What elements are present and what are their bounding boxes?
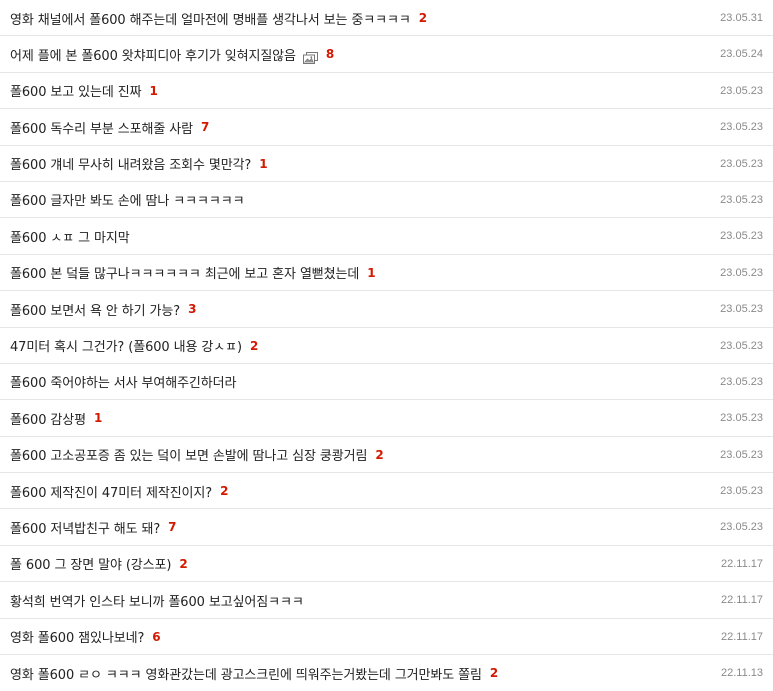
post-row[interactable]: 폴600 걔네 무사히 내려왔음 조회수 몇만각? 1 23.05.23 — [0, 146, 773, 182]
post-title-wrap[interactable]: 폴600 고소공포증 좀 있는 덬이 보면 손발에 땀나고 심장 쿵쾅거림 2 — [10, 437, 683, 473]
post-title[interactable]: 폴600 제작진이 47미터 제작진이지? — [10, 482, 212, 501]
post-title-wrap[interactable]: 폴600 제작진이 47미터 제작진이지? 2 — [10, 473, 683, 509]
post-date: 23.05.23 — [720, 230, 763, 243]
comment-count[interactable]: 2 — [490, 666, 498, 680]
post-title[interactable]: 폴600 감상평 — [10, 409, 86, 428]
comment-count[interactable]: 3 — [188, 302, 196, 316]
post-row[interactable]: 폴600 고소공포증 좀 있는 덬이 보면 손발에 땀나고 심장 쿵쾅거림 2 … — [0, 437, 773, 474]
post-row[interactable]: 영화 채널에서 폴600 해주는데 얼마전에 명배플 생각나서 보는 중ㅋㅋㅋㅋ… — [0, 0, 773, 37]
post-title[interactable]: 폴600 독수리 부분 스포해줄 사람 — [10, 118, 193, 137]
post-title-wrap[interactable]: 47미터 혹시 그건가? (폴600 내용 강ㅅㅍ) 2 — [10, 328, 683, 364]
post-title-wrap[interactable]: 영화 폴600 ㄹㅇ ㅋㅋㅋ 영화관갔는데 광고스크린에 띄워주는거봤는데 그거… — [10, 655, 683, 691]
post-title-wrap[interactable]: 폴600 독수리 부분 스포해줄 사람 7 — [10, 109, 683, 145]
comment-count[interactable]: 2 — [250, 339, 258, 353]
post-title[interactable]: 영화 폴600 잼있나보네? — [10, 627, 144, 646]
post-title[interactable]: 영화 폴600 ㄹㅇ ㅋㅋㅋ 영화관갔는데 광고스크린에 띄워주는거봤는데 그거… — [10, 664, 482, 683]
post-row[interactable]: 폴600 죽어야하는 서사 부여해주긴하더라 23.05.23 — [0, 364, 773, 401]
post-row[interactable]: 47미터 혹시 그건가? (폴600 내용 강ㅅㅍ) 2 23.05.23 — [0, 328, 773, 364]
post-title[interactable]: 황석희 번역가 인스타 보니까 폴600 보고싶어짐ㅋㅋㅋ — [10, 591, 304, 610]
post-title-wrap[interactable]: 폴600 감상평 1 — [10, 400, 683, 436]
post-title[interactable]: 영화 채널에서 폴600 해주는데 얼마전에 명배플 생각나서 보는 중ㅋㅋㅋㅋ — [10, 9, 411, 28]
post-title-wrap[interactable]: 폴600 보고 있는데 진짜 1 — [10, 73, 683, 109]
post-title[interactable]: 폴600 저녁밥친구 해도 돼? — [10, 518, 160, 537]
post-row[interactable]: 폴600 제작진이 47미터 제작진이지? 2 23.05.23 — [0, 473, 773, 510]
post-date: 22.11.13 — [720, 667, 763, 680]
post-title-wrap[interactable]: 어제 플에 본 폴600 왓챠피디아 후기가 잊혀지질않음 8 — [10, 36, 683, 72]
post-date: 23.05.23 — [720, 448, 763, 461]
post-title[interactable]: 폴600 걔네 무사히 내려왔음 조회수 몇만각? — [10, 154, 251, 173]
post-title-wrap[interactable]: 영화 채널에서 폴600 해주는데 얼마전에 명배플 생각나서 보는 중ㅋㅋㅋㅋ… — [10, 0, 683, 36]
post-row[interactable]: 폴600 저녁밥친구 해도 돼? 7 23.05.23 — [0, 509, 773, 546]
post-row[interactable]: 폴600 ㅅㅍ 그 마지막 23.05.23 — [0, 218, 773, 255]
post-row[interactable]: 폴600 본 덬들 많구나ㅋㅋㅋㅋㅋㅋ 최근에 보고 혼자 열뻗쳤는데 1 23… — [0, 255, 773, 292]
post-row[interactable]: 폴600 감상평 1 23.05.23 — [0, 400, 773, 437]
post-title[interactable]: 폴600 죽어야하는 서사 부여해주긴하더라 — [10, 372, 236, 391]
post-row[interactable]: 영화 폴600 ㄹㅇ ㅋㅋㅋ 영화관갔는데 광고스크린에 띄워주는거봤는데 그거… — [0, 655, 773, 691]
post-row[interactable]: 어제 플에 본 폴600 왓챠피디아 후기가 잊혀지질않음 8 23.05.24 — [0, 36, 773, 73]
post-title-wrap[interactable]: 폴600 걔네 무사히 내려왔음 조회수 몇만각? 1 — [10, 146, 683, 182]
post-row[interactable]: 폴600 글자만 봐도 손에 땀나 ㅋㅋㅋㅋㅋㅋ 23.05.23 — [0, 182, 773, 219]
post-date: 23.05.23 — [720, 84, 763, 97]
post-date: 22.11.17 — [720, 630, 763, 643]
post-date: 23.05.24 — [720, 48, 763, 61]
comment-count[interactable]: 1 — [367, 266, 375, 280]
post-title[interactable]: 폴600 본 덬들 많구나ㅋㅋㅋㅋㅋㅋ 최근에 보고 혼자 열뻗쳤는데 — [10, 263, 359, 282]
post-row[interactable]: 영화 폴600 잼있나보네? 6 22.11.17 — [0, 619, 773, 656]
comment-count[interactable]: 1 — [259, 157, 267, 171]
post-title[interactable]: 폴 600 그 장면 말야 (강스포) — [10, 554, 171, 573]
post-date: 23.05.23 — [720, 375, 763, 388]
comment-count[interactable]: 2 — [375, 448, 383, 462]
post-date: 23.05.23 — [720, 193, 763, 206]
post-date: 23.05.23 — [720, 485, 763, 498]
comment-count[interactable]: 7 — [168, 520, 176, 534]
post-title[interactable]: 폴600 고소공포증 좀 있는 덬이 보면 손발에 땀나고 심장 쿵쾅거림 — [10, 445, 367, 464]
post-title[interactable]: 폴600 보면서 욕 안 하기 가능? — [10, 300, 180, 319]
comment-count[interactable]: 1 — [94, 411, 102, 425]
post-row[interactable]: 폴600 보면서 욕 안 하기 가능? 3 23.05.23 — [0, 291, 773, 328]
comment-count[interactable]: 2 — [419, 11, 427, 25]
image-icon — [302, 49, 318, 65]
post-date: 23.05.23 — [720, 303, 763, 316]
post-title-wrap[interactable]: 폴600 글자만 봐도 손에 땀나 ㅋㅋㅋㅋㅋㅋ — [10, 182, 683, 218]
post-row[interactable]: 황석희 번역가 인스타 보니까 폴600 보고싶어짐ㅋㅋㅋ 22.11.17 — [0, 582, 773, 619]
post-row[interactable]: 폴600 독수리 부분 스포해줄 사람 7 23.05.23 — [0, 109, 773, 146]
post-title[interactable]: 어제 플에 본 폴600 왓챠피디아 후기가 잊혀지질않음 — [10, 45, 296, 64]
comment-count[interactable]: 2 — [220, 484, 228, 498]
post-row[interactable]: 폴600 보고 있는데 진짜 1 23.05.23 — [0, 73, 773, 110]
post-date: 23.05.23 — [720, 521, 763, 534]
post-date: 23.05.23 — [720, 157, 763, 170]
post-title-wrap[interactable]: 폴 600 그 장면 말야 (강스포) 2 — [10, 546, 683, 582]
post-title-wrap[interactable]: 영화 폴600 잼있나보네? 6 — [10, 619, 683, 655]
post-date: 22.11.17 — [720, 594, 763, 607]
post-date: 23.05.31 — [720, 12, 763, 24]
post-title-wrap[interactable]: 폴600 본 덬들 많구나ㅋㅋㅋㅋㅋㅋ 최근에 보고 혼자 열뻗쳤는데 1 — [10, 255, 683, 291]
comment-count[interactable]: 6 — [152, 630, 160, 644]
post-title-wrap[interactable]: 폴600 ㅅㅍ 그 마지막 — [10, 218, 683, 254]
post-date: 23.05.23 — [720, 121, 763, 134]
post-date: 22.11.17 — [720, 557, 763, 570]
post-list: 영화 채널에서 폴600 해주는데 얼마전에 명배플 생각나서 보는 중ㅋㅋㅋㅋ… — [0, 0, 773, 691]
comment-count[interactable]: 7 — [201, 120, 209, 134]
post-title-wrap[interactable]: 폴600 죽어야하는 서사 부여해주긴하더라 — [10, 364, 683, 400]
comment-count[interactable]: 2 — [179, 557, 187, 571]
post-title-wrap[interactable]: 폴600 보면서 욕 안 하기 가능? 3 — [10, 291, 683, 327]
post-title[interactable]: 폴600 ㅅㅍ 그 마지막 — [10, 227, 130, 246]
post-title-wrap[interactable]: 황석희 번역가 인스타 보니까 폴600 보고싶어짐ㅋㅋㅋ — [10, 582, 683, 618]
post-date: 23.05.23 — [720, 266, 763, 279]
post-row[interactable]: 폴 600 그 장면 말야 (강스포) 2 22.11.17 — [0, 546, 773, 583]
comment-count[interactable]: 1 — [150, 84, 158, 98]
post-date: 23.05.23 — [720, 339, 763, 352]
comment-count[interactable]: 8 — [326, 47, 334, 61]
post-title[interactable]: 폴600 보고 있는데 진짜 — [10, 81, 142, 100]
post-date: 23.05.23 — [720, 412, 763, 425]
post-title-wrap[interactable]: 폴600 저녁밥친구 해도 돼? 7 — [10, 509, 683, 545]
post-title[interactable]: 47미터 혹시 그건가? (폴600 내용 강ㅅㅍ) — [10, 336, 242, 355]
post-title[interactable]: 폴600 글자만 봐도 손에 땀나 ㅋㅋㅋㅋㅋㅋ — [10, 190, 245, 209]
